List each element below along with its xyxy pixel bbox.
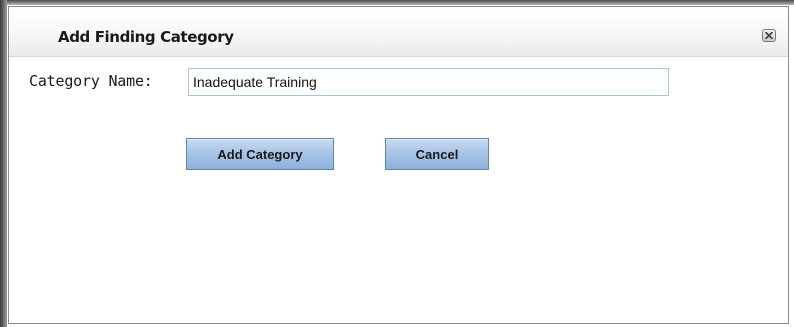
- close-button[interactable]: [762, 29, 776, 42]
- background-page-top-edge: [0, 0, 794, 5]
- add-category-button[interactable]: Add Category: [186, 138, 334, 170]
- dialog-titlebar: Add Finding Category: [9, 7, 788, 57]
- background-page-left-edge: [0, 0, 7, 327]
- category-name-label: Category Name:: [29, 72, 153, 90]
- screen: Add Finding Category Category Name: Add …: [0, 0, 794, 327]
- cancel-button[interactable]: Cancel: [385, 138, 489, 170]
- close-icon: [765, 32, 773, 39]
- dialog-title: Add Finding Category: [58, 28, 234, 46]
- category-name-input[interactable]: [188, 68, 669, 96]
- add-finding-category-dialog: Add Finding Category Category Name: Add …: [8, 6, 789, 324]
